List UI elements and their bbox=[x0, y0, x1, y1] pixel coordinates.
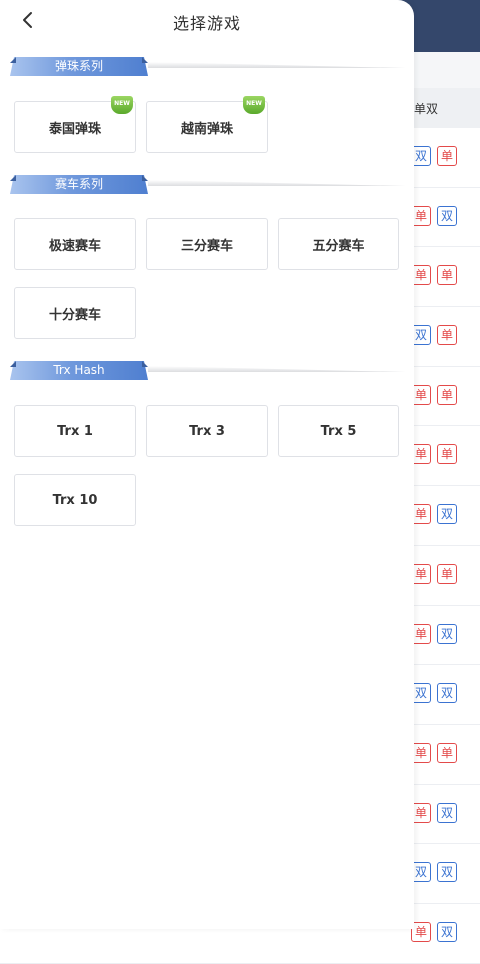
game-button-speed-racing[interactable]: 极速赛车 bbox=[14, 218, 136, 270]
game-label: 五分赛车 bbox=[312, 238, 365, 254]
odd-even-badge: 单 bbox=[411, 563, 431, 584]
odd-even-badge: 单 bbox=[411, 921, 431, 942]
odd-even-badge: 单 bbox=[411, 623, 431, 644]
section-title: Trx Hash bbox=[53, 363, 105, 377]
game-button-trx-10[interactable]: Trx 10 bbox=[14, 474, 136, 526]
section-header-racing: 赛车系列 bbox=[10, 175, 406, 195]
game-label: Trx 5 bbox=[320, 423, 357, 439]
odd-even-badge: 双 bbox=[437, 921, 457, 942]
section-divider bbox=[148, 366, 406, 372]
game-button-trx-5[interactable]: Trx 5 bbox=[278, 405, 399, 457]
new-badge-text: NEW bbox=[246, 100, 262, 107]
odd-even-badge: 单 bbox=[411, 444, 431, 465]
odd-even-badge: 单 bbox=[437, 265, 457, 286]
new-badge-icon: NEW bbox=[111, 96, 133, 114]
odd-even-badge: 单 bbox=[411, 742, 431, 763]
odd-even-badge: 双 bbox=[411, 146, 431, 166]
game-label: Trx 1 bbox=[57, 423, 93, 439]
odd-even-badge: 单 bbox=[411, 205, 431, 226]
odd-even-badge: 单 bbox=[437, 563, 457, 584]
game-label: Trx 10 bbox=[52, 492, 98, 508]
odd-even-badge: 单 bbox=[411, 802, 431, 823]
odd-even-badge: 单 bbox=[411, 384, 431, 405]
game-button-10min-racing[interactable]: 十分赛车 bbox=[14, 287, 136, 339]
new-badge-icon: NEW bbox=[243, 96, 265, 114]
odd-even-badge: 单 bbox=[437, 325, 457, 346]
odd-even-badge: 双 bbox=[437, 205, 457, 226]
game-label: Trx 3 bbox=[189, 423, 225, 439]
odd-even-badge: 双 bbox=[437, 802, 457, 823]
section-title: 弹珠系列 bbox=[54, 59, 103, 73]
odd-even-badge: 双 bbox=[411, 683, 431, 704]
game-label: 三分赛车 bbox=[180, 238, 233, 254]
game-label: 越南弹珠 bbox=[180, 121, 233, 137]
odd-even-badge: 双 bbox=[437, 862, 457, 883]
odd-even-badge: 单 bbox=[411, 265, 431, 286]
section-divider bbox=[148, 62, 406, 68]
odd-even-badge: 双 bbox=[437, 504, 457, 525]
game-label: 十分赛车 bbox=[48, 307, 101, 323]
section-header-trx-hash: Trx Hash bbox=[10, 361, 406, 381]
odd-even-badge: 单 bbox=[437, 444, 457, 465]
section-title: 赛车系列 bbox=[54, 177, 103, 191]
drawer-header: 选择游戏 bbox=[0, 0, 414, 42]
column-header-label: 单双 bbox=[414, 102, 439, 116]
odd-even-badge: 单 bbox=[437, 742, 457, 763]
game-label: 极速赛车 bbox=[48, 238, 101, 254]
odd-even-badge: 单 bbox=[411, 504, 431, 525]
game-select-drawer: 选择游戏 弹珠系列 泰国弹珠 NEW 越南弹珠 NEW 赛车系列 极速赛车 三分… bbox=[0, 0, 414, 929]
odd-even-badge: 双 bbox=[411, 862, 431, 883]
odd-even-badge: 单 bbox=[437, 146, 457, 166]
odd-even-badge: 双 bbox=[437, 683, 457, 704]
game-button-5min-racing[interactable]: 五分赛车 bbox=[278, 218, 399, 270]
section-divider bbox=[148, 180, 406, 186]
page-title: 选择游戏 bbox=[172, 14, 241, 33]
game-label: 泰国弹珠 bbox=[48, 121, 101, 137]
section-header-marble: 弹珠系列 bbox=[10, 57, 406, 77]
game-button-trx-3[interactable]: Trx 3 bbox=[146, 405, 268, 457]
odd-even-badge: 双 bbox=[437, 623, 457, 644]
game-button-trx-1[interactable]: Trx 1 bbox=[14, 405, 136, 457]
new-badge-text: NEW bbox=[114, 100, 130, 107]
odd-even-badge: 单 bbox=[437, 384, 457, 405]
game-button-3min-racing[interactable]: 三分赛车 bbox=[146, 218, 268, 270]
odd-even-badge: 双 bbox=[411, 325, 431, 346]
